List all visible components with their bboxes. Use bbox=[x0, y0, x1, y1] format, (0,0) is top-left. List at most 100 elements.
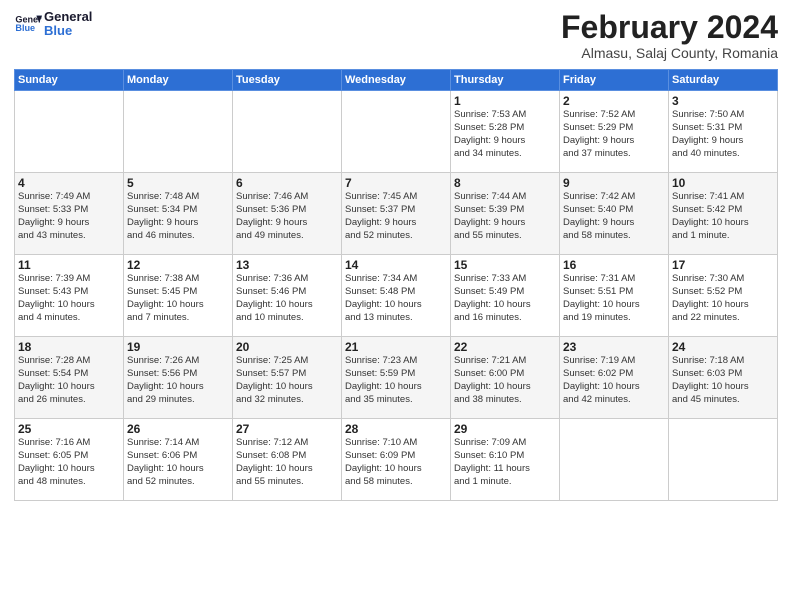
header-cell-saturday: Saturday bbox=[669, 70, 778, 91]
day-number: 20 bbox=[236, 340, 338, 354]
day-number: 1 bbox=[454, 94, 556, 108]
day-number: 5 bbox=[127, 176, 229, 190]
day-cell: 10Sunrise: 7:41 AM Sunset: 5:42 PM Dayli… bbox=[669, 173, 778, 255]
page: General Blue General Blue February 2024 … bbox=[0, 0, 792, 509]
day-number: 11 bbox=[18, 258, 120, 272]
week-row-4: 18Sunrise: 7:28 AM Sunset: 5:54 PM Dayli… bbox=[15, 337, 778, 419]
day-info: Sunrise: 7:36 AM Sunset: 5:46 PM Dayligh… bbox=[236, 273, 338, 324]
logo: General Blue General Blue bbox=[14, 10, 92, 39]
day-cell bbox=[669, 419, 778, 501]
day-number: 21 bbox=[345, 340, 447, 354]
day-cell: 22Sunrise: 7:21 AM Sunset: 6:00 PM Dayli… bbox=[451, 337, 560, 419]
day-cell: 1Sunrise: 7:53 AM Sunset: 5:28 PM Daylig… bbox=[451, 91, 560, 173]
day-info: Sunrise: 7:16 AM Sunset: 6:05 PM Dayligh… bbox=[18, 437, 120, 488]
day-info: Sunrise: 7:48 AM Sunset: 5:34 PM Dayligh… bbox=[127, 191, 229, 242]
day-cell: 7Sunrise: 7:45 AM Sunset: 5:37 PM Daylig… bbox=[342, 173, 451, 255]
header-cell-sunday: Sunday bbox=[15, 70, 124, 91]
day-cell: 17Sunrise: 7:30 AM Sunset: 5:52 PM Dayli… bbox=[669, 255, 778, 337]
day-info: Sunrise: 7:23 AM Sunset: 5:59 PM Dayligh… bbox=[345, 355, 447, 406]
day-info: Sunrise: 7:14 AM Sunset: 6:06 PM Dayligh… bbox=[127, 437, 229, 488]
logo-general-text: General bbox=[44, 10, 92, 24]
day-cell: 20Sunrise: 7:25 AM Sunset: 5:57 PM Dayli… bbox=[233, 337, 342, 419]
day-info: Sunrise: 7:12 AM Sunset: 6:08 PM Dayligh… bbox=[236, 437, 338, 488]
day-info: Sunrise: 7:21 AM Sunset: 6:00 PM Dayligh… bbox=[454, 355, 556, 406]
day-number: 15 bbox=[454, 258, 556, 272]
day-number: 23 bbox=[563, 340, 665, 354]
day-cell: 23Sunrise: 7:19 AM Sunset: 6:02 PM Dayli… bbox=[560, 337, 669, 419]
day-number: 12 bbox=[127, 258, 229, 272]
day-info: Sunrise: 7:26 AM Sunset: 5:56 PM Dayligh… bbox=[127, 355, 229, 406]
day-cell bbox=[342, 91, 451, 173]
day-cell: 8Sunrise: 7:44 AM Sunset: 5:39 PM Daylig… bbox=[451, 173, 560, 255]
day-cell: 18Sunrise: 7:28 AM Sunset: 5:54 PM Dayli… bbox=[15, 337, 124, 419]
week-row-2: 4Sunrise: 7:49 AM Sunset: 5:33 PM Daylig… bbox=[15, 173, 778, 255]
day-info: Sunrise: 7:46 AM Sunset: 5:36 PM Dayligh… bbox=[236, 191, 338, 242]
logo-icon: General Blue bbox=[14, 10, 42, 38]
day-number: 28 bbox=[345, 422, 447, 436]
day-cell: 5Sunrise: 7:48 AM Sunset: 5:34 PM Daylig… bbox=[124, 173, 233, 255]
day-cell: 4Sunrise: 7:49 AM Sunset: 5:33 PM Daylig… bbox=[15, 173, 124, 255]
day-cell: 13Sunrise: 7:36 AM Sunset: 5:46 PM Dayli… bbox=[233, 255, 342, 337]
day-info: Sunrise: 7:42 AM Sunset: 5:40 PM Dayligh… bbox=[563, 191, 665, 242]
header-row: SundayMondayTuesdayWednesdayThursdayFrid… bbox=[15, 70, 778, 91]
day-number: 14 bbox=[345, 258, 447, 272]
day-cell: 14Sunrise: 7:34 AM Sunset: 5:48 PM Dayli… bbox=[342, 255, 451, 337]
header-cell-tuesday: Tuesday bbox=[233, 70, 342, 91]
day-number: 3 bbox=[672, 94, 774, 108]
day-info: Sunrise: 7:49 AM Sunset: 5:33 PM Dayligh… bbox=[18, 191, 120, 242]
calendar-body: 1Sunrise: 7:53 AM Sunset: 5:28 PM Daylig… bbox=[15, 91, 778, 501]
day-cell: 21Sunrise: 7:23 AM Sunset: 5:59 PM Dayli… bbox=[342, 337, 451, 419]
day-cell bbox=[15, 91, 124, 173]
location-title: Almasu, Salaj County, Romania bbox=[561, 45, 778, 61]
day-info: Sunrise: 7:30 AM Sunset: 5:52 PM Dayligh… bbox=[672, 273, 774, 324]
day-info: Sunrise: 7:53 AM Sunset: 5:28 PM Dayligh… bbox=[454, 109, 556, 160]
calendar-table: SundayMondayTuesdayWednesdayThursdayFrid… bbox=[14, 69, 778, 501]
day-cell: 15Sunrise: 7:33 AM Sunset: 5:49 PM Dayli… bbox=[451, 255, 560, 337]
day-info: Sunrise: 7:18 AM Sunset: 6:03 PM Dayligh… bbox=[672, 355, 774, 406]
day-number: 13 bbox=[236, 258, 338, 272]
day-info: Sunrise: 7:31 AM Sunset: 5:51 PM Dayligh… bbox=[563, 273, 665, 324]
day-cell bbox=[124, 91, 233, 173]
day-number: 18 bbox=[18, 340, 120, 354]
month-title: February 2024 bbox=[561, 10, 778, 45]
day-cell: 29Sunrise: 7:09 AM Sunset: 6:10 PM Dayli… bbox=[451, 419, 560, 501]
day-number: 24 bbox=[672, 340, 774, 354]
logo-blue-text: Blue bbox=[44, 24, 92, 38]
day-info: Sunrise: 7:28 AM Sunset: 5:54 PM Dayligh… bbox=[18, 355, 120, 406]
header: General Blue General Blue February 2024 … bbox=[14, 10, 778, 61]
day-info: Sunrise: 7:10 AM Sunset: 6:09 PM Dayligh… bbox=[345, 437, 447, 488]
day-info: Sunrise: 7:44 AM Sunset: 5:39 PM Dayligh… bbox=[454, 191, 556, 242]
day-info: Sunrise: 7:33 AM Sunset: 5:49 PM Dayligh… bbox=[454, 273, 556, 324]
day-cell: 27Sunrise: 7:12 AM Sunset: 6:08 PM Dayli… bbox=[233, 419, 342, 501]
day-cell: 9Sunrise: 7:42 AM Sunset: 5:40 PM Daylig… bbox=[560, 173, 669, 255]
day-number: 6 bbox=[236, 176, 338, 190]
day-number: 2 bbox=[563, 94, 665, 108]
day-cell bbox=[560, 419, 669, 501]
day-number: 25 bbox=[18, 422, 120, 436]
day-number: 27 bbox=[236, 422, 338, 436]
day-cell: 28Sunrise: 7:10 AM Sunset: 6:09 PM Dayli… bbox=[342, 419, 451, 501]
day-number: 7 bbox=[345, 176, 447, 190]
day-number: 22 bbox=[454, 340, 556, 354]
day-cell: 26Sunrise: 7:14 AM Sunset: 6:06 PM Dayli… bbox=[124, 419, 233, 501]
day-cell: 11Sunrise: 7:39 AM Sunset: 5:43 PM Dayli… bbox=[15, 255, 124, 337]
title-area: February 2024 Almasu, Salaj County, Roma… bbox=[561, 10, 778, 61]
day-cell: 24Sunrise: 7:18 AM Sunset: 6:03 PM Dayli… bbox=[669, 337, 778, 419]
day-number: 19 bbox=[127, 340, 229, 354]
day-number: 8 bbox=[454, 176, 556, 190]
day-number: 10 bbox=[672, 176, 774, 190]
day-info: Sunrise: 7:41 AM Sunset: 5:42 PM Dayligh… bbox=[672, 191, 774, 242]
day-cell: 2Sunrise: 7:52 AM Sunset: 5:29 PM Daylig… bbox=[560, 91, 669, 173]
day-info: Sunrise: 7:38 AM Sunset: 5:45 PM Dayligh… bbox=[127, 273, 229, 324]
day-info: Sunrise: 7:25 AM Sunset: 5:57 PM Dayligh… bbox=[236, 355, 338, 406]
day-number: 17 bbox=[672, 258, 774, 272]
day-info: Sunrise: 7:50 AM Sunset: 5:31 PM Dayligh… bbox=[672, 109, 774, 160]
day-info: Sunrise: 7:39 AM Sunset: 5:43 PM Dayligh… bbox=[18, 273, 120, 324]
day-number: 16 bbox=[563, 258, 665, 272]
day-info: Sunrise: 7:09 AM Sunset: 6:10 PM Dayligh… bbox=[454, 437, 556, 488]
header-cell-thursday: Thursday bbox=[451, 70, 560, 91]
day-cell: 19Sunrise: 7:26 AM Sunset: 5:56 PM Dayli… bbox=[124, 337, 233, 419]
day-info: Sunrise: 7:45 AM Sunset: 5:37 PM Dayligh… bbox=[345, 191, 447, 242]
day-cell: 6Sunrise: 7:46 AM Sunset: 5:36 PM Daylig… bbox=[233, 173, 342, 255]
week-row-5: 25Sunrise: 7:16 AM Sunset: 6:05 PM Dayli… bbox=[15, 419, 778, 501]
